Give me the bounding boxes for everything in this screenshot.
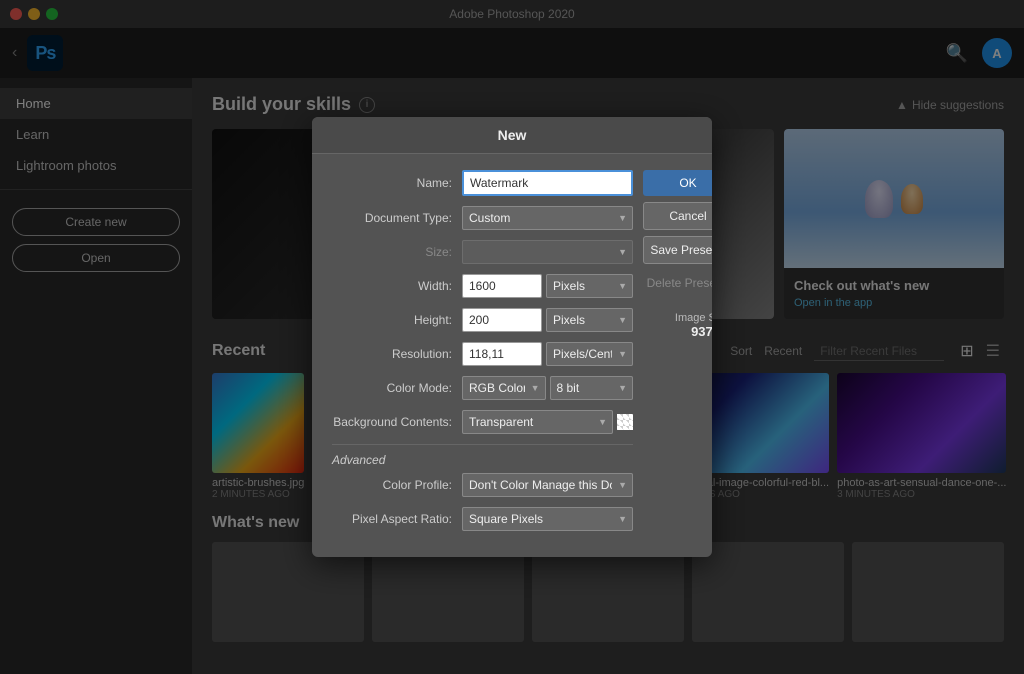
name-input[interactable]: [462, 170, 633, 196]
pixel-aspect-select-wrapper: Square Pixels: [462, 507, 633, 531]
image-size-info: Image Size: 937,5K: [643, 302, 712, 339]
pixel-aspect-select[interactable]: Square Pixels: [462, 507, 633, 531]
bg-contents-select[interactable]: Transparent: [462, 410, 613, 434]
pixel-aspect-label: Pixel Aspect Ratio:: [332, 512, 462, 526]
ok-button[interactable]: OK: [643, 170, 712, 196]
dialog-overlay: New Name: Document Type: Custom: [0, 0, 1024, 674]
color-mode-label: Color Mode:: [332, 381, 462, 395]
dialog-layout: Name: Document Type: Custom: [332, 170, 692, 541]
name-label: Name:: [332, 176, 462, 190]
bg-contents-wrap: Transparent: [462, 410, 633, 434]
pixel-aspect-row: Pixel Aspect Ratio: Square Pixels: [332, 507, 633, 531]
height-input[interactable]: [462, 308, 542, 332]
size-label: Size:: [332, 245, 462, 259]
image-size-label: Image Size:: [643, 312, 712, 324]
color-profile-row: Color Profile: Don't Color Manage this D…: [332, 473, 633, 497]
dialog-body: Name: Document Type: Custom: [312, 154, 712, 557]
color-profile-select[interactable]: Don't Color Manage this Document: [462, 473, 633, 497]
dialog-buttons: OK Cancel Save Preset... Delete Preset..…: [643, 170, 712, 541]
height-unit-select[interactable]: Pixels: [546, 308, 633, 332]
height-unit-wrapper: Pixels: [546, 308, 633, 332]
advanced-label: Advanced: [332, 453, 633, 467]
width-row: Width: Pixels: [332, 274, 633, 298]
height-input-wrap: Pixels: [462, 308, 633, 332]
color-mode-select[interactable]: RGB Color: [462, 376, 546, 400]
doc-type-row: Document Type: Custom: [332, 206, 633, 230]
doc-type-label: Document Type:: [332, 211, 462, 225]
width-input[interactable]: [462, 274, 542, 298]
resolution-row: Resolution: Pixels/Centimeter: [332, 342, 633, 366]
save-preset-button[interactable]: Save Preset...: [643, 236, 712, 264]
doc-type-select-wrapper: Custom: [462, 206, 633, 230]
dialog-fields: Name: Document Type: Custom: [332, 170, 633, 541]
color-profile-label: Color Profile:: [332, 478, 462, 492]
size-row: Size:: [332, 240, 633, 264]
resolution-input[interactable]: [462, 342, 542, 366]
delete-preset-button[interactable]: Delete Preset...: [643, 270, 712, 296]
image-size-value: 937,5K: [643, 324, 712, 339]
color-mode-select-wrapper: RGB Color: [462, 376, 546, 400]
color-profile-select-wrapper: Don't Color Manage this Document: [462, 473, 633, 497]
width-unit-select[interactable]: Pixels: [546, 274, 633, 298]
dialog-title: New: [312, 117, 712, 154]
advanced-section: Advanced Color Profile: Don't Color Mana…: [332, 444, 633, 531]
bg-contents-row: Background Contents: Transparent: [332, 410, 633, 434]
doc-type-select[interactable]: Custom: [462, 206, 633, 230]
color-mode-selects: RGB Color 8 bit: [462, 376, 633, 400]
size-select[interactable]: [462, 240, 633, 264]
new-document-dialog: New Name: Document Type: Custom: [312, 117, 712, 557]
color-mode-row: Color Mode: RGB Color 8 bit: [332, 376, 633, 400]
bg-contents-select-wrapper: Transparent: [462, 410, 613, 434]
resolution-label: Resolution:: [332, 347, 462, 361]
width-unit-wrapper: Pixels: [546, 274, 633, 298]
resolution-unit-wrapper: Pixels/Centimeter: [546, 342, 633, 366]
height-label: Height:: [332, 313, 462, 327]
cancel-button[interactable]: Cancel: [643, 202, 712, 230]
width-label: Width:: [332, 279, 462, 293]
name-row: Name:: [332, 170, 633, 196]
bit-depth-select[interactable]: 8 bit: [550, 376, 634, 400]
resolution-unit-select[interactable]: Pixels/Centimeter: [546, 342, 633, 366]
bit-depth-select-wrapper: 8 bit: [550, 376, 634, 400]
size-select-wrapper: [462, 240, 633, 264]
bg-contents-label: Background Contents:: [332, 415, 462, 429]
resolution-input-wrap: Pixels/Centimeter: [462, 342, 633, 366]
width-input-wrap: Pixels: [462, 274, 633, 298]
height-row: Height: Pixels: [332, 308, 633, 332]
transparent-preview: [617, 414, 633, 430]
